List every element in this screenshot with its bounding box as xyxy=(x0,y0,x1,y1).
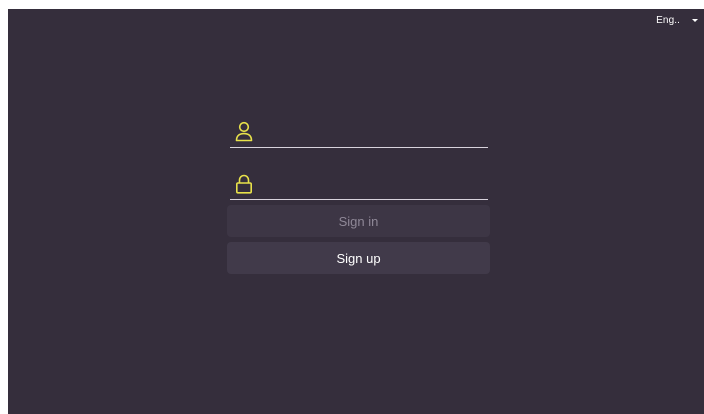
sign-up-label: Sign up xyxy=(336,250,381,266)
sign-in-label: Sign in xyxy=(338,213,379,229)
sign-in-button[interactable]: Sign in xyxy=(227,205,490,237)
password-field[interactable] xyxy=(230,169,488,200)
lock-icon xyxy=(235,174,252,194)
app-window: Eng.. Sign in Sign up xyxy=(8,9,704,414)
caret-down-icon xyxy=(692,18,698,22)
username-input[interactable] xyxy=(260,121,486,145)
user-icon xyxy=(235,121,253,142)
username-field[interactable] xyxy=(230,117,488,148)
password-input[interactable] xyxy=(260,173,486,197)
language-dropdown[interactable]: Eng.. xyxy=(656,11,698,29)
language-selected-label: Eng.. xyxy=(656,14,680,26)
sign-up-button[interactable]: Sign up xyxy=(227,242,490,274)
